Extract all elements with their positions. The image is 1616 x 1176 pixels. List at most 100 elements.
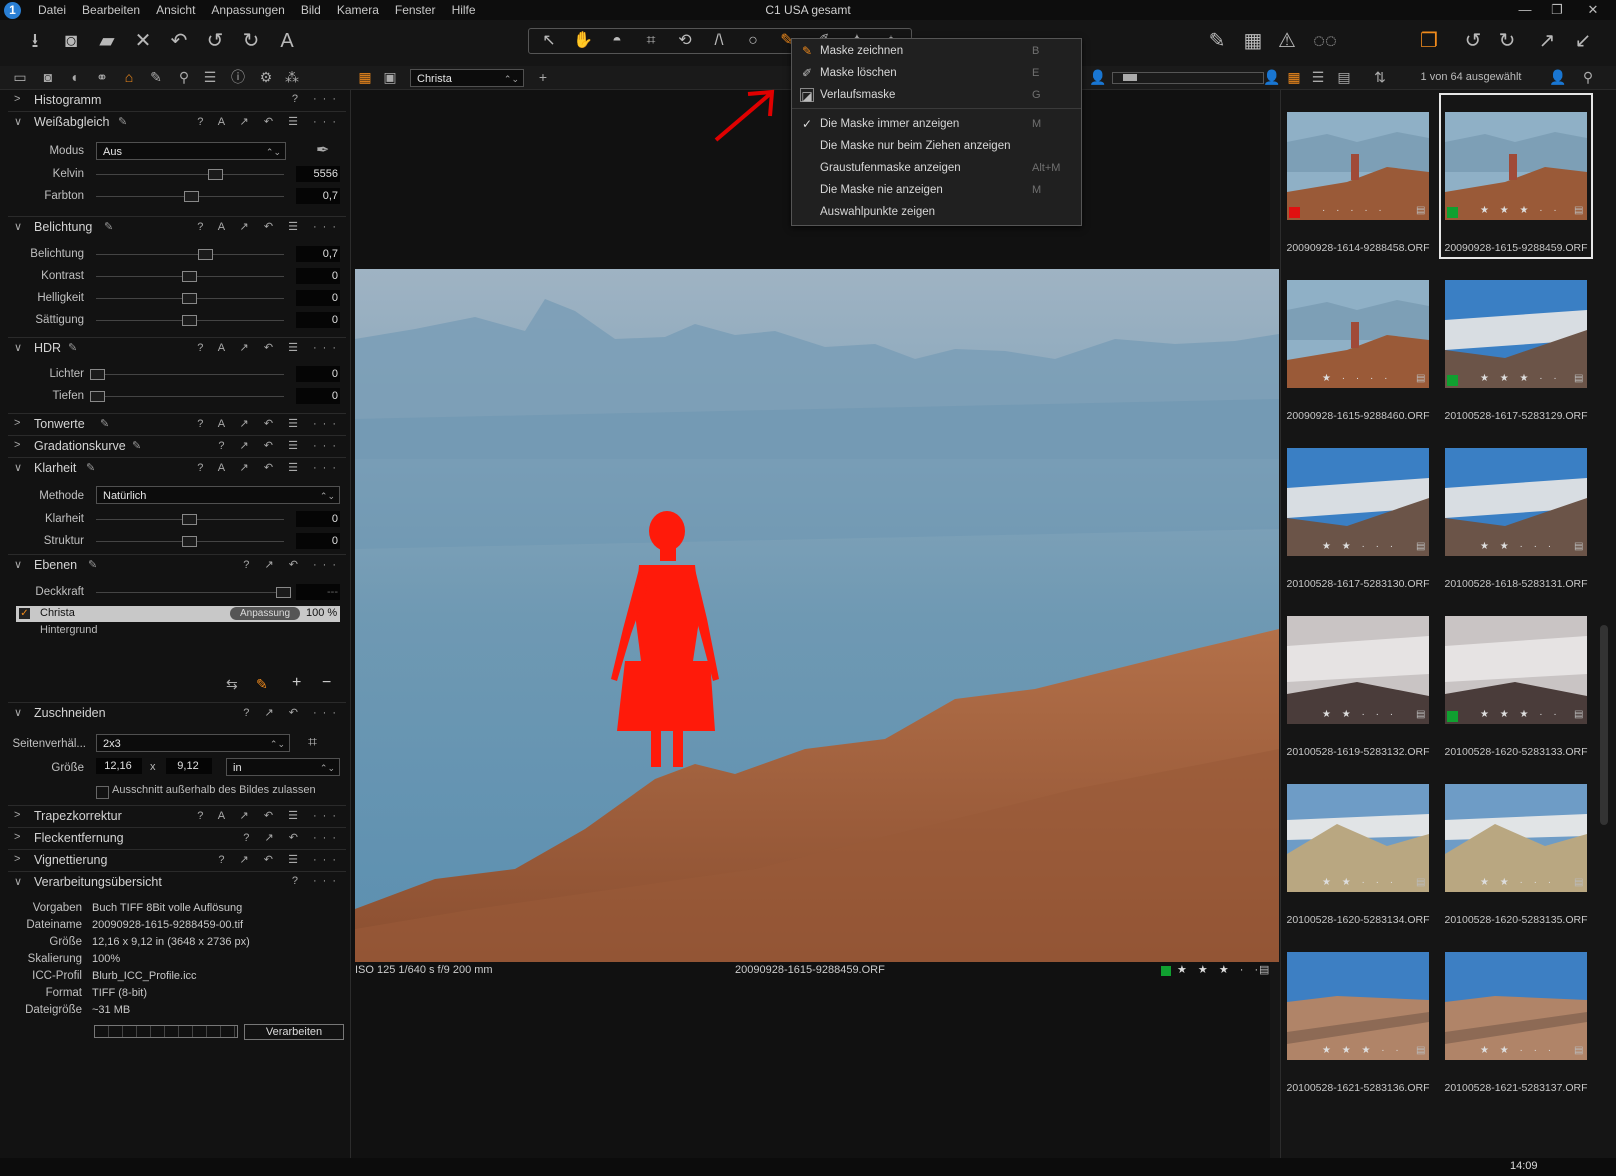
variant-icon[interactable]: ▤: [1574, 709, 1583, 720]
chevron-right-icon[interactable]: >: [14, 831, 20, 843]
variant-icon[interactable]: ▤: [1574, 205, 1583, 216]
chevron-right-icon[interactable]: >: [14, 439, 20, 451]
chevron-right-icon[interactable]: >: [14, 93, 20, 105]
folder-move-icon[interactable]: ▰: [94, 28, 120, 54]
section-menu-icons[interactable]: ? ↗ ↶ ···: [243, 558, 342, 571]
chevron-down-icon[interactable]: ∨: [14, 220, 22, 233]
opacity-value[interactable]: ---: [296, 584, 340, 600]
variant-icon[interactable]: ▤: [1416, 373, 1425, 384]
color-label[interactable]: [1161, 966, 1171, 976]
chevron-right-icon[interactable]: >: [14, 809, 20, 821]
chevron-down-icon[interactable]: ∨: [14, 341, 22, 354]
thumbnail-item[interactable]: ★ ★ ★ · · ▤ 20100528-1617-5283129.ORF: [1440, 262, 1592, 426]
tint-slider-thumb[interactable]: [184, 191, 199, 202]
menu-item-grayscale-mask[interactable]: Graustufenmaske anzeigen Alt+M: [792, 158, 1081, 179]
remove-layer-button[interactable]: −: [322, 674, 331, 692]
thumbnail-image[interactable]: [1445, 112, 1587, 220]
opacity-slider-thumb[interactable]: [276, 587, 291, 598]
pencil-icon[interactable]: ✎: [86, 461, 95, 474]
rotate-right-icon[interactable]: ↻: [1494, 28, 1520, 54]
thumbnail-item[interactable]: ★ ★ · · · ▤ 20100528-1617-5283130.ORF: [1282, 430, 1434, 594]
crop-width-input[interactable]: 12,16: [96, 758, 142, 774]
thumbnail-rating[interactable]: ★ ★ ★ · ·: [1480, 373, 1561, 384]
variant-icon[interactable]: ▤: [1574, 541, 1583, 552]
warning-icon[interactable]: ⚠: [1274, 28, 1300, 54]
variant-icon[interactable]: ▤: [1416, 1045, 1425, 1056]
section-menu-icons[interactable]: ? ↗ ↶ ···: [243, 706, 342, 719]
rotate-left-icon[interactable]: ↺: [1460, 28, 1486, 54]
chevron-down-icon[interactable]: ∨: [14, 875, 22, 888]
shadows-value[interactable]: 0: [296, 388, 340, 404]
opacity-slider[interactable]: [96, 592, 284, 593]
brightness-value[interactable]: 0: [296, 290, 340, 306]
settings-tab-icon[interactable]: ⚙: [256, 68, 276, 87]
variant-icon[interactable]: ▤: [1574, 877, 1583, 888]
stack-icon[interactable]: ❐: [1416, 28, 1442, 54]
sort-icon[interactable]: ⇅: [1370, 68, 1390, 87]
highlights-slider-thumb[interactable]: [90, 369, 105, 380]
section-menu-icons[interactable]: ? ···: [292, 875, 342, 887]
brightness-slider-thumb[interactable]: [182, 293, 197, 304]
section-menu-icons[interactable]: ? A ↗ ↶ ☰ ···: [197, 115, 342, 128]
section-menu-icons[interactable]: ? ···: [292, 93, 342, 105]
undo-icon[interactable]: ↺: [202, 28, 228, 54]
search-icon[interactable]: ⚲: [1578, 68, 1598, 87]
spot-removal-icon[interactable]: ○: [742, 31, 764, 51]
menu-kamera[interactable]: Kamera: [329, 0, 387, 20]
thumbnail-rating[interactable]: ★ · · · ·: [1322, 373, 1391, 384]
thumbnail-image[interactable]: [1287, 280, 1429, 388]
minimize-icon[interactable]: —: [1510, 0, 1540, 20]
spot-removal-header[interactable]: > Fleckentfernung ? ↗ ↶ ···: [8, 827, 346, 849]
thumbnail-rating[interactable]: ★ ★ ★ · ·: [1480, 709, 1561, 720]
grid-view-icon[interactable]: ▦: [355, 68, 375, 87]
edit-icon[interactable]: ✎: [1204, 28, 1230, 54]
outside-crop-checkbox[interactable]: [96, 786, 109, 799]
menu-bearbeiten[interactable]: Bearbeiten: [74, 0, 148, 20]
restore-icon[interactable]: ❐: [1542, 0, 1572, 20]
thumbnail-image[interactable]: [1287, 952, 1429, 1060]
keystone-header[interactable]: > Trapezkorrektur ? A ↗ ↶ ☰ ···: [8, 805, 346, 827]
kelvin-slider-thumb[interactable]: [208, 169, 223, 180]
metadata-tab-icon[interactable]: ⓘ: [228, 68, 248, 87]
section-menu-icons[interactable]: ? ↗ ↶ ☰ ···: [218, 439, 342, 452]
menu-item-never-show-mask[interactable]: Die Maske nie anzeigen M: [792, 180, 1081, 201]
menu-hilfe[interactable]: Hilfe: [444, 0, 484, 20]
thumbnail-item[interactable]: ★ ★ ★ · · ▤ 20100528-1620-5283133.ORF: [1440, 598, 1592, 762]
crop-tool-icon[interactable]: ⌗: [308, 734, 317, 752]
undo-all-icon[interactable]: ↶: [166, 28, 192, 54]
import-icon[interactable]: ⭳: [22, 28, 48, 54]
structure-value[interactable]: 0: [296, 533, 340, 549]
thumbnail-image[interactable]: [1287, 784, 1429, 892]
menu-item-draw-mask[interactable]: ✎ Maske zeichnen B: [792, 41, 1081, 62]
browser-filmstrip-icon[interactable]: ▤: [1334, 68, 1354, 87]
color-tab-icon[interactable]: ⚭: [92, 68, 112, 87]
menu-datei[interactable]: Datei: [30, 0, 74, 20]
exposure-header[interactable]: ∨ Belichtung ✎ ? A ↗ ↶ ☰ ···: [8, 216, 346, 238]
ratio-dropdown[interactable]: 2x3 ⌃⌄: [96, 734, 290, 752]
thumbnail-rating[interactable]: ★ ★ ★ · ·: [1322, 1045, 1403, 1056]
thumbnail-rating[interactable]: · · · · ·: [1322, 205, 1386, 216]
main-photo[interactable]: [355, 269, 1279, 962]
chevron-down-icon[interactable]: ∨: [14, 706, 22, 719]
batch-tab-icon[interactable]: ⁂: [282, 68, 302, 87]
clarity-slider-thumb[interactable]: [182, 514, 197, 525]
thumbnail-rating[interactable]: ★ ★ · · ·: [1322, 709, 1397, 720]
browser-scrollbar[interactable]: [1600, 625, 1608, 825]
thumbnail-item[interactable]: ★ ★ · · · ▤ 20100528-1620-5283134.ORF: [1282, 766, 1434, 930]
clarity-header[interactable]: ∨ Klarheit ✎ ? A ↗ ↶ ☰ ···: [8, 457, 346, 479]
add-layer-button[interactable]: +: [292, 674, 301, 692]
crop-icon[interactable]: ⌗: [640, 31, 662, 51]
thumbnail-image[interactable]: [1445, 952, 1587, 1060]
curve-header[interactable]: > Gradationskurve ✎ ? ↗ ↶ ☰ ···: [8, 435, 346, 457]
rotate-icon[interactable]: ⟲: [674, 31, 696, 51]
thumbnail-item[interactable]: ★ · · · · ▤ 20090928-1615-9288460.ORF: [1282, 262, 1434, 426]
info-icon[interactable]: ▤: [1259, 963, 1269, 976]
thumbnail-item[interactable]: ★ ★ · · · ▤ 20100528-1618-5283131.ORF: [1440, 430, 1592, 594]
color-label[interactable]: [1447, 375, 1458, 386]
filter-user-icon[interactable]: 👤: [1548, 68, 1568, 87]
select-cursor-icon[interactable]: ↖: [538, 31, 560, 51]
browser-list-icon[interactable]: ☰: [1308, 68, 1328, 87]
menu-anpassungen[interactable]: Anpassungen: [203, 0, 292, 20]
eyedropper-icon[interactable]: ✒: [316, 140, 329, 160]
exposure-tab-icon[interactable]: ⌂: [119, 68, 139, 87]
